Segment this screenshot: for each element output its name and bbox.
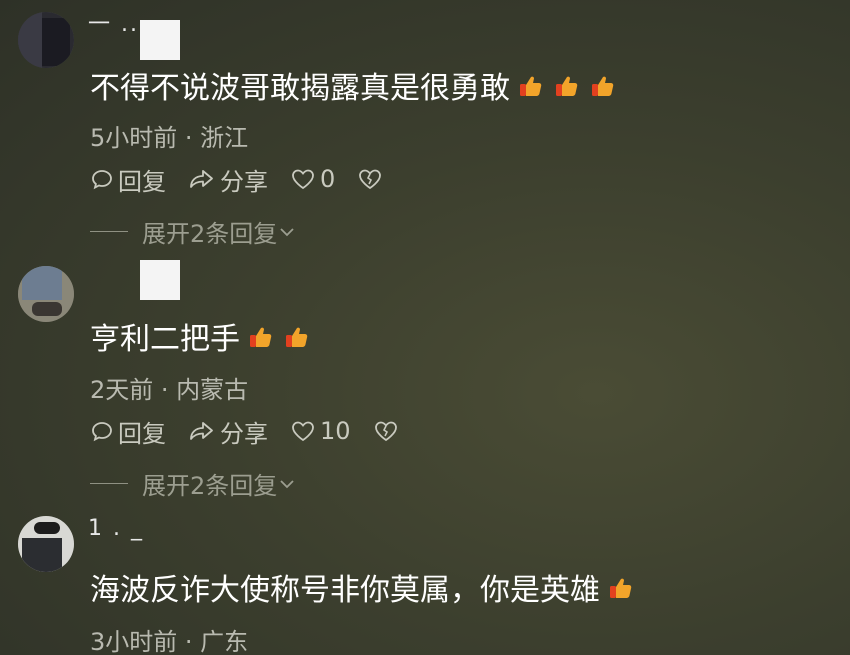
dislike-button[interactable]: [373, 419, 403, 443]
thumbs-up-emoji: [284, 323, 310, 349]
avatar[interactable]: [18, 12, 74, 68]
chevron-down-icon: [280, 479, 294, 488]
thumbs-up-emoji: [590, 72, 616, 98]
avatar[interactable]: [18, 266, 74, 322]
like-button[interactable]: 10: [290, 417, 351, 445]
thumbs-group: [608, 574, 634, 600]
comment-text: 海波反诈大使称号非你莫属，你是英雄: [90, 566, 634, 608]
broken-heart-icon: [374, 421, 397, 442]
comment-meta: 3小时前 · 广东: [90, 628, 249, 655]
like-count: 0: [320, 165, 336, 193]
thumbs-up-emoji: [554, 72, 580, 98]
divider-line: [90, 231, 128, 232]
expand-replies[interactable]: 展开2条回复: [90, 214, 297, 249]
thumbs-up-emoji: [608, 574, 634, 600]
username-mask: [140, 260, 180, 300]
share-label: 分享: [220, 419, 268, 448]
comment-icon: [92, 422, 112, 442]
heart-icon: [292, 421, 314, 442]
thumbs-group: [518, 72, 616, 98]
share-icon: [190, 422, 213, 440]
like-button[interactable]: 0: [290, 165, 335, 193]
reply-label: 回复: [118, 419, 166, 448]
dislike-button[interactable]: [357, 167, 387, 191]
expand-replies[interactable]: 展开2条回复: [90, 466, 297, 501]
heart-icon: [292, 169, 314, 190]
thumbs-up-emoji: [518, 72, 544, 98]
thumbs-up-emoji: [248, 323, 274, 349]
comment-meta: 2天前 · 内蒙古: [90, 376, 249, 404]
share-button[interactable]: 分享: [188, 414, 268, 449]
comment-text: 亨利二把手: [90, 315, 310, 357]
username-mask: [140, 20, 180, 60]
divider-line: [90, 483, 128, 484]
share-icon: [190, 170, 213, 188]
avatar[interactable]: [18, 516, 74, 572]
chevron-down-icon: [280, 227, 294, 236]
comment-text-content: 亨利二把手: [90, 322, 240, 357]
comment-meta: 5小时前 · 浙江: [90, 124, 249, 152]
reply-button[interactable]: 回复: [90, 162, 166, 197]
comment-icon: [92, 170, 112, 190]
action-bar: 回复 分享 10: [90, 414, 425, 449]
reply-button[interactable]: 回复: [90, 414, 166, 449]
thumbs-group: [248, 323, 310, 349]
reply-label: 回复: [118, 167, 166, 196]
share-label: 分享: [220, 167, 268, 196]
action-bar: 回复 分享 0: [90, 162, 409, 197]
like-count: 10: [320, 417, 351, 445]
comment-text-content: 不得不说波哥敢揭露真是很勇敢: [90, 71, 510, 106]
comment-text: 不得不说波哥敢揭露真是很勇敢: [90, 64, 616, 106]
share-button[interactable]: 分享: [188, 162, 268, 197]
comment-text-content: 海波反诈大使称号非你莫属，你是英雄: [90, 573, 600, 608]
expand-label: 展开2条回复: [142, 220, 278, 248]
broken-heart-icon: [359, 169, 382, 190]
username-fragment[interactable]: 1 . _: [88, 516, 144, 541]
expand-label: 展开2条回复: [142, 472, 278, 500]
